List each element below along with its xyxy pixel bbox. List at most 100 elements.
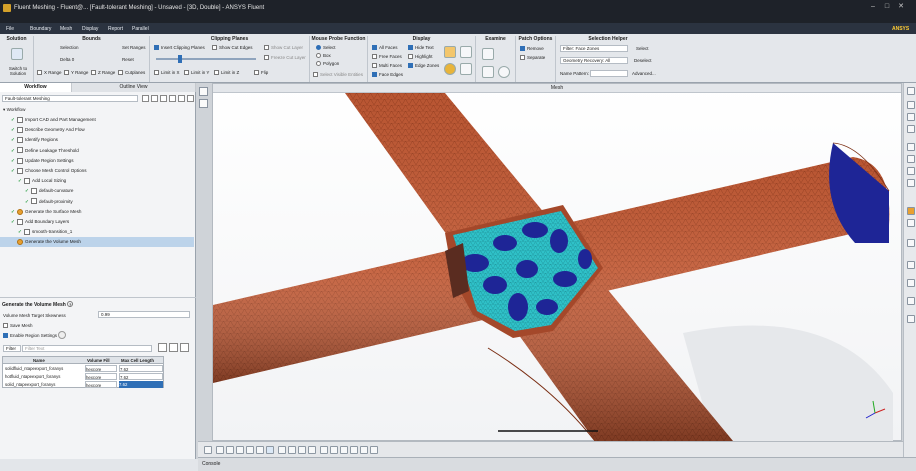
- enable-region-check[interactable]: Enable Region Settings: [3, 333, 57, 339]
- edge-zones-check[interactable]: Edge Zones: [408, 63, 439, 69]
- pan-icon[interactable]: [907, 125, 915, 133]
- select-icon[interactable]: [907, 143, 915, 151]
- col-volume-fill[interactable]: Volume Fill: [87, 357, 110, 364]
- view-tool-12-icon[interactable]: [320, 446, 328, 454]
- mesh-scene[interactable]: [213, 93, 901, 441]
- y-range-check[interactable]: Y Range: [64, 70, 88, 76]
- table-cell-max-length[interactable]: 7.62: [119, 373, 163, 380]
- view-tool-14-icon[interactable]: [340, 446, 348, 454]
- workflow-tool-icon-5[interactable]: [178, 95, 185, 102]
- close-icon[interactable]: ✕: [896, 3, 906, 11]
- view-tool-15-icon[interactable]: [350, 446, 358, 454]
- view-tool-11-icon[interactable]: [308, 446, 316, 454]
- menu-file[interactable]: File: [6, 26, 14, 32]
- delta-value[interactable]: 0: [72, 57, 75, 62]
- view-tool-3-icon[interactable]: [226, 446, 234, 454]
- table-cell-volume-fill[interactable]: hexcore: [85, 381, 117, 388]
- workflow-step[interactable]: ✓ default-proximity: [0, 197, 194, 207]
- all-faces-check[interactable]: All Faces: [372, 45, 398, 51]
- workflow-tool-icon-1[interactable]: [142, 95, 149, 102]
- view-front-icon[interactable]: [907, 167, 915, 175]
- zoom-in-icon[interactable]: [907, 101, 915, 109]
- help-panel-icon[interactable]: [199, 99, 208, 108]
- highlight-check[interactable]: Highlight: [408, 54, 433, 60]
- region-settings-info-icon[interactable]: [58, 331, 66, 339]
- patch-separate-check[interactable]: Separate: [520, 55, 545, 61]
- workflow-step[interactable]: ✓ Update Region Settings: [0, 156, 194, 166]
- clip-slider-track[interactable]: [156, 58, 256, 60]
- face-edges-check[interactable]: Face Edges: [372, 72, 403, 78]
- chart-icon[interactable]: [907, 297, 915, 305]
- show-cut-edges-check[interactable]: Show Cut Edges: [212, 45, 253, 51]
- workflow-step[interactable]: ✓ smooth-transition_1: [0, 227, 194, 237]
- view-tool-5-icon[interactable]: [246, 446, 254, 454]
- view-tool-6-icon[interactable]: [256, 446, 264, 454]
- workflow-step[interactable]: ✓ Import CAD and Part Management: [0, 115, 194, 125]
- limit-x-radio[interactable]: Limit in X: [154, 70, 180, 76]
- maximize-icon[interactable]: □: [882, 3, 892, 11]
- select-visible-check[interactable]: Select Visible Entities: [313, 72, 363, 78]
- minimize-icon[interactable]: –: [868, 3, 878, 11]
- table-cell-max-length[interactable]: 7.62: [119, 365, 163, 372]
- save-mesh-check[interactable]: Save Mesh: [3, 323, 33, 329]
- workflow-tool-icon-3[interactable]: [160, 95, 167, 102]
- workflow-step[interactable]: ✓ Add Boundary Layers: [0, 217, 194, 227]
- rotate-icon[interactable]: [907, 113, 915, 121]
- print-icon[interactable]: [907, 279, 915, 287]
- freeze-cut-layer-check[interactable]: Freeze Cut Layer: [264, 55, 306, 61]
- z-range-check[interactable]: Z Range: [91, 70, 115, 76]
- table-cell-name[interactable]: solidfluid_ntapeexport_foranys: [5, 365, 83, 372]
- filter-dropdown[interactable]: Filter: Face Zones: [560, 45, 628, 52]
- lights-icon[interactable]: [444, 63, 456, 75]
- multi-faces-check[interactable]: Multi Faces: [372, 63, 402, 69]
- limit-y-radio[interactable]: Limit in Y: [184, 70, 209, 76]
- workflow-tool-icon-6[interactable]: [187, 95, 194, 102]
- probe-point-icon[interactable]: [482, 48, 494, 60]
- insert-clipping-check[interactable]: Insert Clipping Planes: [154, 45, 205, 51]
- menu-parallel[interactable]: Parallel: [132, 26, 149, 32]
- probe-box-radio[interactable]: Box: [316, 53, 331, 59]
- geometry-recovery-dropdown[interactable]: Geometry Recovery: All: [560, 57, 628, 64]
- filter-text-input[interactable]: Filter Text: [22, 345, 152, 352]
- view-tool-1-icon[interactable]: [204, 446, 212, 454]
- display-mesh-icon[interactable]: [444, 46, 456, 58]
- view-tool-2-icon[interactable]: [216, 446, 224, 454]
- colors-icon[interactable]: [460, 63, 472, 75]
- table-cell-max-length[interactable]: 7.62: [119, 381, 163, 388]
- view-tool-8-icon[interactable]: [278, 446, 286, 454]
- camera-icon[interactable]: [907, 261, 915, 269]
- menu-display[interactable]: Display: [82, 26, 98, 32]
- zoom-fit-icon[interactable]: [907, 87, 915, 95]
- menu-mesh[interactable]: Mesh: [60, 26, 72, 32]
- view-tool-16-icon[interactable]: [360, 446, 368, 454]
- workflow-step[interactable]: ✓ Define Leakage Threshold: [0, 146, 194, 156]
- graphics-viewport[interactable]: Mesh: [212, 83, 902, 441]
- col-max-cell-length[interactable]: Max Cell Length: [121, 357, 154, 364]
- name-pattern-input[interactable]: [590, 70, 628, 77]
- clip-slider-handle[interactable]: [178, 55, 182, 63]
- workflow-step[interactable]: ✓ default-curvature: [0, 186, 194, 196]
- layout-icon[interactable]: [907, 239, 915, 247]
- limit-z-radio[interactable]: Limit in Z: [214, 70, 239, 76]
- workflow-tool-icon-4[interactable]: [169, 95, 176, 102]
- table-tool-icon-2[interactable]: [169, 343, 178, 352]
- workflow-tool-icon-2[interactable]: [151, 95, 158, 102]
- workflow-step[interactable]: ✓ Generate the Surface Mesh: [0, 207, 194, 217]
- tab-outline-view[interactable]: Outline View: [72, 83, 196, 92]
- view-tool-17-icon[interactable]: [370, 446, 378, 454]
- switch-solution-icon[interactable]: [11, 48, 23, 60]
- tab-workflow[interactable]: Workflow: [0, 83, 72, 92]
- reset-button[interactable]: Reset: [122, 57, 134, 62]
- table-cell-volume-fill[interactable]: hexcore: [85, 365, 117, 372]
- x-range-check[interactable]: X Range: [37, 70, 62, 76]
- settings-icon[interactable]: [907, 315, 915, 323]
- ruler-icon[interactable]: [482, 66, 494, 78]
- cutplanes-check[interactable]: Cutplanes: [118, 70, 145, 76]
- skewness-input[interactable]: 0.99: [98, 311, 190, 318]
- hide-text-check[interactable]: Hide Text: [408, 45, 434, 51]
- view-tool-13-icon[interactable]: [330, 446, 338, 454]
- workflow-step[interactable]: Generate the Volume Mesh: [0, 237, 194, 248]
- advanced-button[interactable]: Advanced...: [632, 71, 656, 76]
- table-tool-icon-1[interactable]: [158, 343, 167, 352]
- table-cell-name[interactable]: solid_ntapeexport_foranys: [5, 381, 83, 388]
